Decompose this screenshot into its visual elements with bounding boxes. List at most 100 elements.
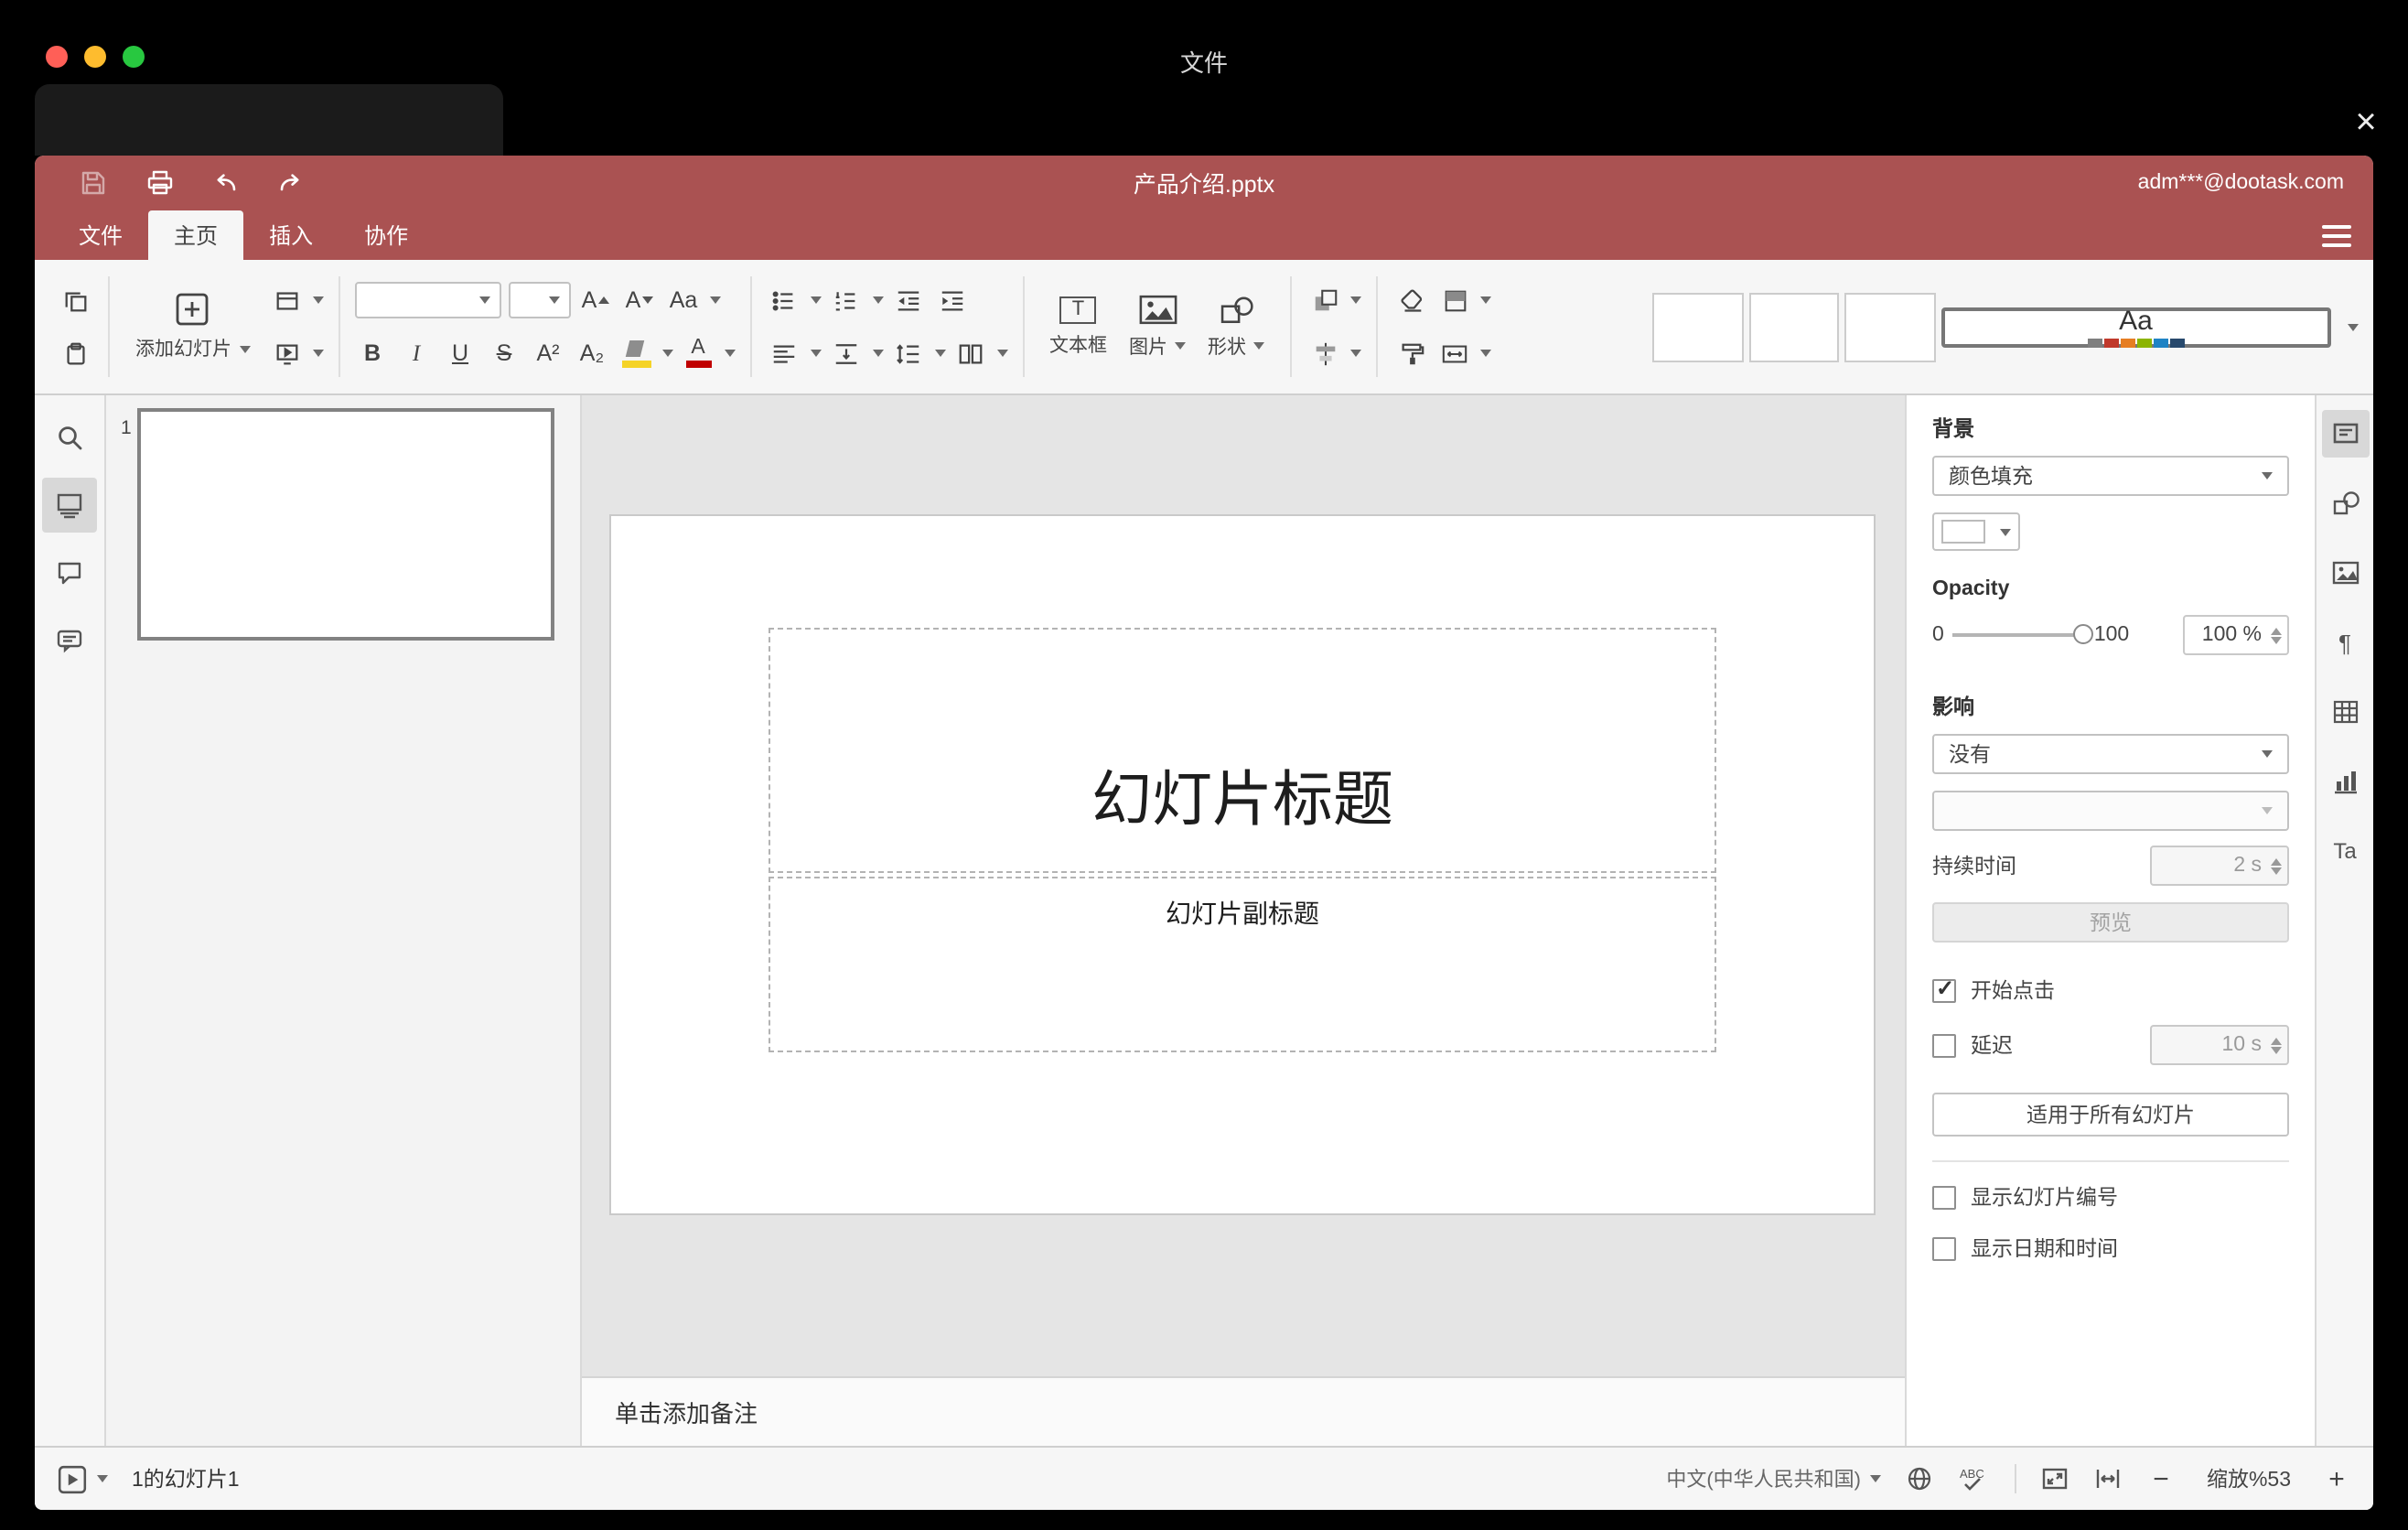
table-settings-button[interactable] (2321, 688, 2369, 736)
fit-width-button[interactable] (2093, 1464, 2123, 1493)
superscript-button[interactable]: A² (530, 333, 566, 373)
slide-thumbnail[interactable] (137, 408, 554, 641)
subscript-button[interactable]: A₂ (574, 333, 610, 373)
align-shape-button[interactable] (1306, 333, 1343, 373)
spellcheck-button[interactable]: ABC (1958, 1464, 1991, 1493)
opacity-slider[interactable] (1952, 624, 2094, 644)
copy-style-button[interactable] (1392, 333, 1429, 373)
font-size-select[interactable] (508, 282, 570, 318)
fit-slide-button[interactable] (2040, 1464, 2069, 1493)
subtitle-placeholder[interactable]: 幻灯片副标题 (769, 877, 1716, 1052)
duration-label: 持续时间 (1932, 857, 2016, 878)
zoom-out-button[interactable]: − (2146, 1463, 2176, 1494)
color-scheme-button[interactable] (1436, 280, 1473, 320)
fill-type-select[interactable]: 颜色填充 (1932, 456, 2289, 496)
modal-close-button[interactable]: × (2342, 99, 2390, 146)
zoom-in-button[interactable]: + (2322, 1463, 2351, 1494)
clear-style-button[interactable] (1392, 280, 1429, 320)
slide-canvas[interactable]: 幻灯片标题 幻灯片副标题 (611, 516, 1874, 1213)
slide-layout-button[interactable] (268, 280, 305, 320)
tab-collaboration[interactable]: 协作 (339, 210, 434, 260)
change-case-button[interactable]: Aa (665, 280, 702, 320)
increase-font-button[interactable]: A (577, 280, 614, 320)
copy-button[interactable] (57, 280, 93, 320)
decrease-indent-button[interactable] (890, 280, 927, 320)
background-window-edge (35, 84, 503, 156)
undo-button[interactable] (203, 163, 247, 203)
chart-settings-button[interactable] (2321, 758, 2369, 805)
shape-settings-button[interactable] (2321, 479, 2369, 527)
slides-panel-button[interactable] (42, 478, 97, 533)
font-name-select[interactable] (354, 282, 500, 318)
delay-checkbox[interactable] (1932, 1033, 1956, 1057)
fill-color-select[interactable] (1932, 512, 2020, 551)
arrange-shape-button[interactable] (1306, 280, 1343, 320)
insert-image-button[interactable]: 图片 (1118, 270, 1197, 383)
theme-option-3[interactable] (1844, 292, 1936, 361)
start-slideshow-button[interactable] (57, 1463, 88, 1494)
preview-button[interactable]: 预览 (1932, 902, 2289, 943)
slider-knob[interactable] (2073, 624, 2094, 644)
theme-gallery-expand-button[interactable] (2343, 292, 2362, 361)
paste-button[interactable] (57, 333, 93, 373)
menu-icon[interactable] (2322, 224, 2351, 246)
columns-button[interactable] (952, 333, 989, 373)
tab-insert[interactable]: 插入 (243, 210, 339, 260)
start-slideshow-toolbar-button[interactable] (268, 333, 305, 373)
show-date-time-label: 显示日期和时间 (1971, 1239, 2118, 1261)
tab-file[interactable]: 文件 (53, 210, 148, 260)
slide-thumbnails-panel: 1 (106, 395, 582, 1446)
chevron-down-icon (2347, 323, 2359, 330)
bullets-button[interactable] (766, 280, 802, 320)
tab-home[interactable]: 主页 (148, 210, 244, 260)
theme-option-selected[interactable]: Aa (1940, 307, 2331, 347)
font-color-button[interactable]: A (680, 333, 716, 373)
transition-variant-select[interactable] (1932, 791, 2289, 831)
vertical-align-button[interactable] (828, 333, 865, 373)
theme-option-2[interactable] (1748, 292, 1840, 361)
transition-select[interactable]: 没有 (1932, 734, 2289, 774)
bold-button[interactable]: B (354, 333, 391, 373)
textart-settings-button[interactable]: Ta (2321, 827, 2369, 875)
strikethrough-button[interactable]: S (486, 333, 522, 373)
theme-option-1[interactable] (1652, 292, 1744, 361)
paragraph-settings-button[interactable]: ¶ (2321, 619, 2369, 666)
redo-button[interactable] (269, 163, 313, 203)
increase-indent-button[interactable] (934, 280, 971, 320)
horizontal-align-button[interactable] (766, 333, 802, 373)
chat-button[interactable] (42, 613, 97, 668)
zoom-level-label[interactable]: 缩放%53 (2199, 1464, 2298, 1493)
font-color-icon: A (683, 338, 713, 368)
italic-button[interactable]: I (398, 333, 435, 373)
print-button[interactable] (137, 163, 181, 203)
show-date-time-checkbox[interactable] (1932, 1236, 1956, 1260)
decrease-font-button[interactable]: A (621, 280, 658, 320)
apply-to-all-slides-button[interactable]: 适用于所有幻灯片 (1932, 1093, 2289, 1137)
slide-size-button[interactable] (1436, 333, 1473, 373)
insert-textbox-button[interactable]: T 文本框 (1038, 270, 1118, 383)
add-slide-label: 添加幻灯片 (135, 339, 231, 361)
image-settings-button[interactable] (2321, 549, 2369, 597)
search-button[interactable] (42, 410, 97, 465)
chevron-down-icon (724, 350, 735, 357)
document-language-button[interactable] (1905, 1464, 1934, 1493)
numbering-button[interactable] (828, 280, 865, 320)
highlight-color-button[interactable] (618, 333, 654, 373)
notes-area[interactable]: 单击添加备注 (582, 1376, 1905, 1446)
start-on-click-checkbox[interactable] (1932, 975, 1956, 1002)
show-slide-number-checkbox[interactable] (1932, 1185, 1956, 1209)
insert-shape-button[interactable]: 形状 (1197, 270, 1275, 383)
duration-input[interactable]: 2 s (2150, 846, 2289, 886)
delay-input[interactable]: 10 s (2150, 1025, 2289, 1065)
underline-button[interactable]: U (442, 333, 478, 373)
comments-button[interactable] (42, 545, 97, 600)
language-button[interactable]: 中文(中华人民共和国) (1666, 1464, 1881, 1493)
line-spacing-button[interactable] (890, 333, 927, 373)
table-icon (2332, 700, 2358, 724)
title-placeholder[interactable]: 幻灯片标题 (769, 628, 1716, 873)
slide-settings-button[interactable] (2321, 410, 2369, 458)
format-painter-icon (1401, 342, 1424, 364)
opacity-input[interactable]: 100 % (2183, 615, 2289, 655)
add-slide-button[interactable]: 添加幻灯片 (124, 270, 261, 383)
save-button[interactable] (71, 163, 115, 203)
